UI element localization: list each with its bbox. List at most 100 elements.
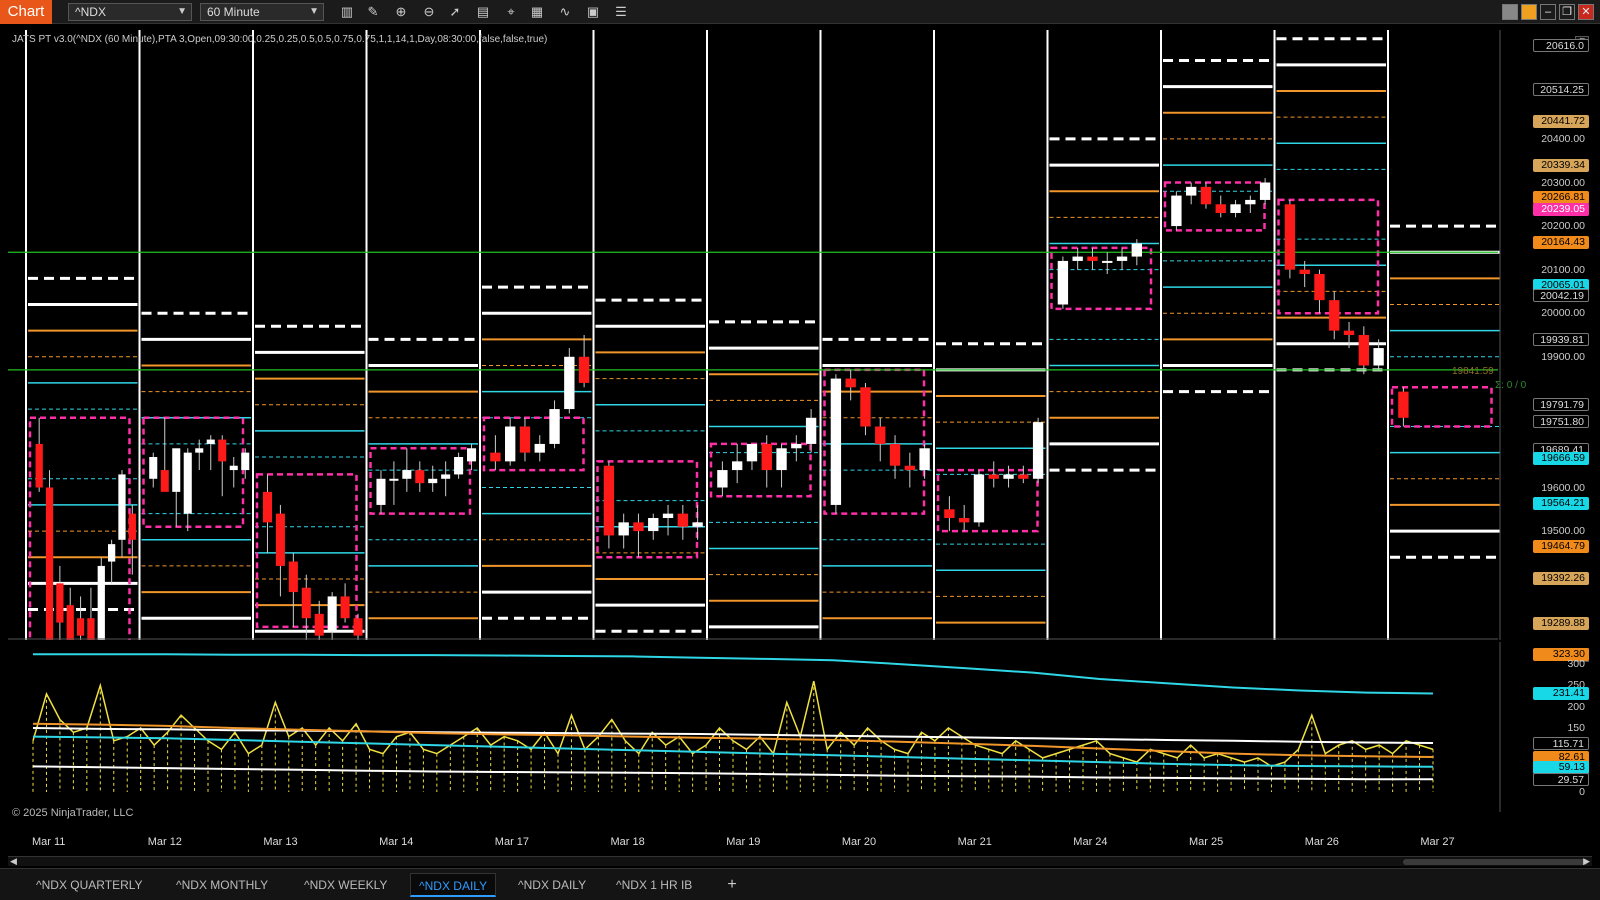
window-link-icon[interactable] [1521, 4, 1537, 20]
date-label: Mar 26 [1304, 836, 1339, 848]
candle-body [1003, 474, 1014, 479]
date-label: Mar 18 [610, 836, 645, 848]
candle-body [1398, 391, 1409, 418]
chevron-down-icon: ▼ [309, 6, 319, 17]
sigma-label: Σ: 0 / 0 [1495, 380, 1527, 391]
candle-body [195, 448, 204, 453]
candle-body [875, 426, 886, 444]
scroll-left-icon[interactable]: ◀ [10, 856, 17, 867]
crosshair-icon[interactable]: ⌖ [502, 3, 520, 21]
candle-body [505, 426, 516, 462]
candle-body [1032, 422, 1044, 479]
candle-body [860, 387, 871, 427]
candle-body [97, 565, 105, 640]
candle-body [1018, 474, 1029, 479]
candle-body [618, 522, 629, 536]
candle-body [415, 470, 425, 484]
indicator-chart[interactable] [8, 642, 1536, 812]
indicators-icon[interactable]: ∿ [556, 3, 574, 21]
candle-body [578, 356, 590, 383]
candle-body [1102, 260, 1113, 263]
candle-body [241, 452, 250, 471]
candle-body [692, 522, 703, 527]
maximize-icon[interactable]: ❐ [1559, 4, 1575, 20]
zoom-in-icon[interactable]: ⊕ [392, 3, 410, 21]
candle-body [327, 596, 337, 632]
zoom-out-icon[interactable]: ⊖ [420, 3, 438, 21]
candle-body [1259, 182, 1271, 200]
axis-tag: 20239.05 [1533, 203, 1589, 217]
indicator-series-line [33, 653, 1434, 695]
date-label: Mar 24 [1073, 836, 1108, 848]
axis-tag: 20000.00 [1541, 307, 1585, 320]
price-chart[interactable] [8, 30, 1536, 640]
candle-body [904, 465, 915, 471]
candle-body [889, 443, 901, 466]
pointer-icon[interactable]: ➚ [446, 3, 464, 21]
candle-body [275, 513, 285, 566]
tab-ndx-monthly[interactable]: ^NDX MONTHLY [168, 873, 276, 897]
data-box-icon[interactable]: ▤ [474, 3, 492, 21]
tab-ndx-daily-active[interactable]: ^NDX DAILY [410, 873, 497, 897]
axis-tag: 20339.34 [1533, 159, 1589, 173]
candle-body [218, 439, 227, 462]
candle-body [1343, 330, 1355, 335]
candle-body [633, 522, 644, 532]
chevron-down-icon: ▼ [177, 6, 187, 17]
candle-body [183, 452, 192, 514]
candle-body [919, 448, 930, 471]
candle-body [1373, 348, 1384, 366]
axis-tag: 20100.00 [1541, 263, 1585, 276]
axis-tag: 19600.00 [1541, 481, 1585, 494]
candle-body [1072, 256, 1083, 261]
axis-tag: 19392.26 [1533, 572, 1589, 585]
templates-icon[interactable]: ▣ [584, 3, 602, 21]
candle-body [1299, 269, 1310, 274]
tab-ndx-quarterly[interactable]: ^NDX QUARTERLY [28, 873, 151, 897]
draw-pencil-icon[interactable]: ✎ [364, 3, 382, 21]
tab-ndx-weekly[interactable]: ^NDX WEEKLY [296, 873, 395, 897]
candle-body [1230, 204, 1241, 213]
date-axis[interactable]: Mar 11 Mar 12 Mar 13 Mar 14 Mar 17 Mar 18 Mar … [0, 834, 1600, 852]
candle-body [128, 513, 136, 540]
date-label: Mar 20 [841, 836, 877, 848]
candle-body [35, 443, 43, 488]
scroll-right-icon[interactable]: ▶ [1583, 856, 1590, 867]
candle-body [206, 439, 215, 444]
candle-body [519, 426, 531, 453]
opening-range-box [709, 442, 812, 498]
bar-type-icon[interactable]: ▥ [338, 3, 356, 21]
interval-value: 60 Minute [207, 5, 260, 19]
candle-body [944, 509, 955, 518]
axis-tag: 19564.21 [1533, 497, 1589, 511]
instrument-value: ^NDX [75, 5, 106, 19]
date-label: Mar 21 [957, 836, 992, 848]
candle-body [66, 605, 74, 640]
axis-tag: 20514.25 [1533, 83, 1589, 97]
axis-tag: 115.71 [1533, 736, 1589, 750]
chart-trader-icon[interactable]: ▦ [528, 3, 546, 21]
chart-scrollbar[interactable]: ◀ ▶ [8, 856, 1592, 866]
scroll-thumb[interactable] [1403, 859, 1588, 865]
tab-ndx-1hr-ib[interactable]: ^NDX 1 HR IB [608, 873, 700, 897]
add-tab-button[interactable]: + [722, 873, 742, 897]
instrument-selector[interactable]: ^NDX ▼ [68, 3, 192, 21]
copyright: © 2025 NinjaTrader, LLC [12, 807, 134, 819]
tab-ndx-daily[interactable]: ^NDX DAILY [510, 873, 594, 897]
axis-tag: 20300.00 [1541, 176, 1585, 189]
interval-selector[interactable]: 60 Minute ▼ [200, 3, 324, 21]
candle-body [340, 596, 350, 619]
close-icon[interactable]: ✕ [1578, 4, 1594, 20]
candle-body [467, 448, 477, 462]
axis-tag: 0 [1579, 786, 1585, 798]
candle-body [549, 409, 560, 444]
candle-body [1284, 204, 1296, 270]
candle-body [1057, 260, 1069, 305]
properties-icon[interactable]: ☰ [612, 3, 630, 21]
window-gray-icon[interactable] [1502, 4, 1518, 20]
candle-body [1329, 300, 1340, 331]
minimize-icon[interactable]: – [1540, 4, 1556, 20]
axis-tag: 20400.00 [1541, 132, 1585, 145]
axis-tag: 19500.00 [1541, 525, 1585, 538]
candle-body [490, 452, 501, 462]
